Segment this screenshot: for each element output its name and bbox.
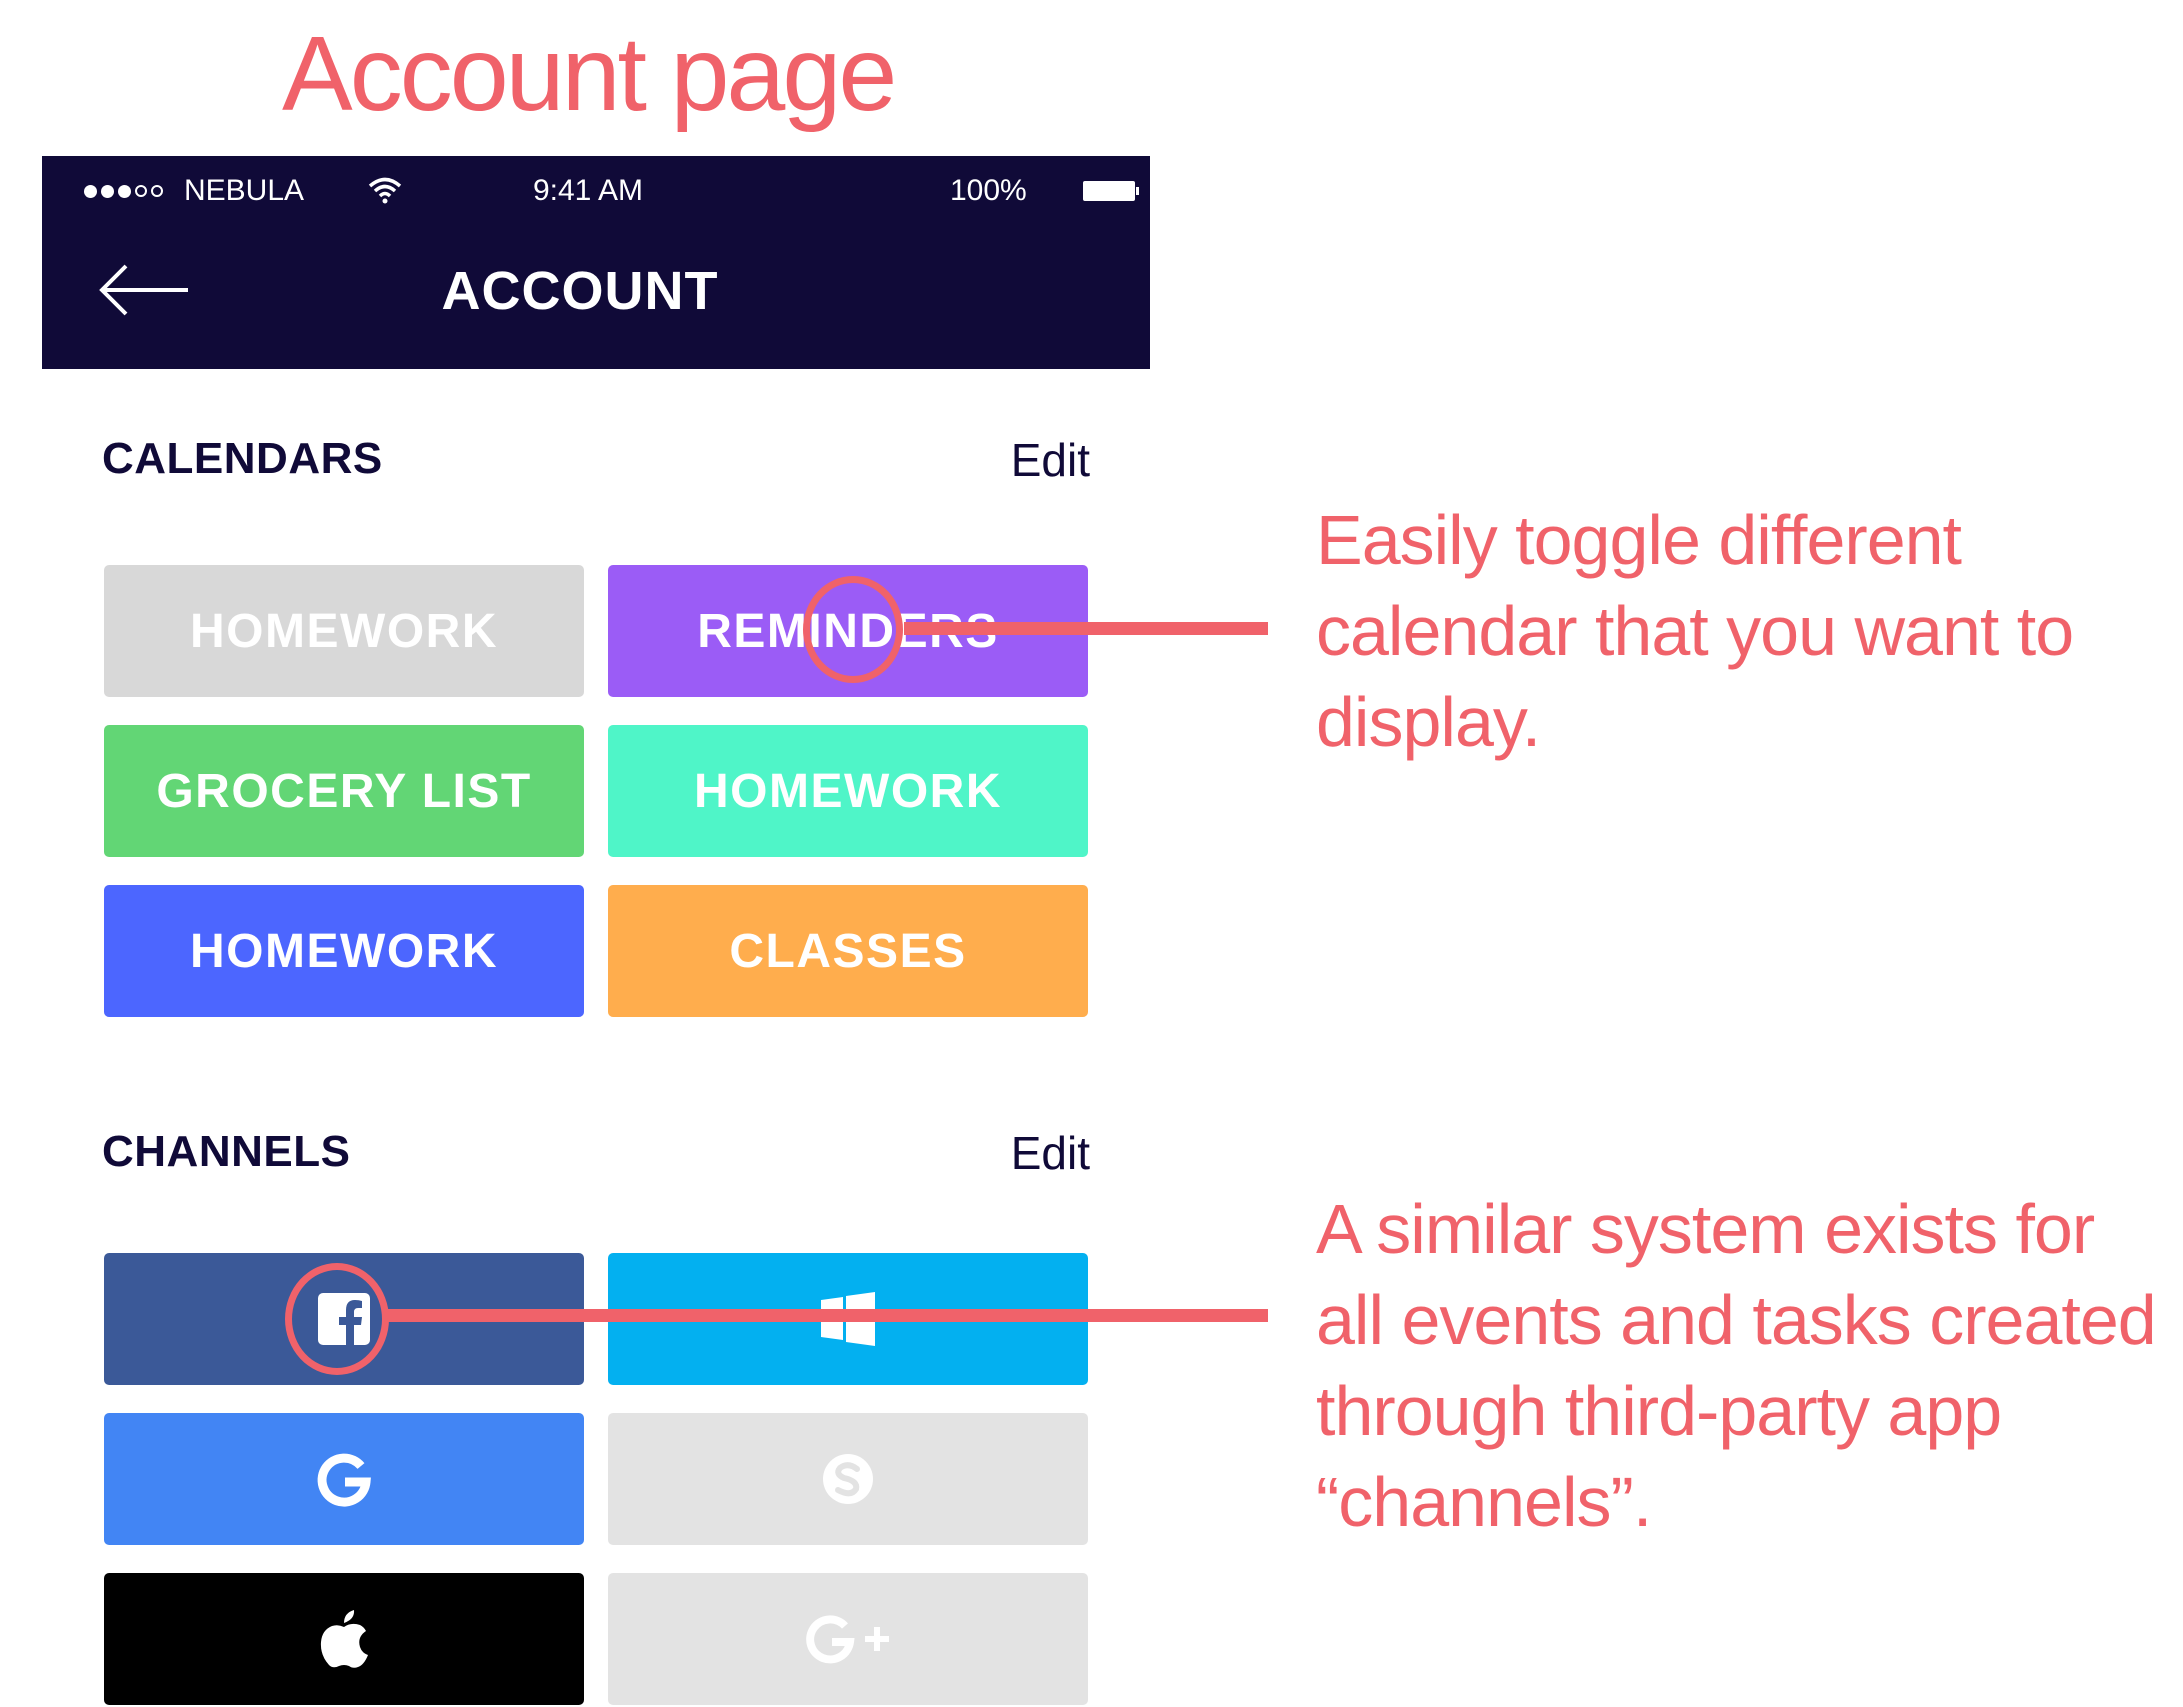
channels-heading: CHANNELS	[102, 1127, 351, 1176]
annotation-highlight-ring	[285, 1263, 389, 1375]
google-plus-icon	[806, 1615, 889, 1664]
app-header: NEBULA 9:41 AM 100% ACCOUNT	[42, 156, 1150, 369]
battery-percent: 100%	[950, 174, 1027, 207]
battery-icon	[1083, 181, 1139, 201]
calendar-label: HOMEWORK	[694, 764, 1002, 818]
channels-edit-button[interactable]: Edit	[1011, 1126, 1090, 1180]
channel-toggle-skype[interactable]	[608, 1413, 1088, 1545]
skype-icon	[823, 1454, 873, 1504]
status-bar: NEBULA 9:41 AM 100%	[42, 156, 1150, 226]
annotation-highlight-ring	[803, 576, 903, 683]
channel-toggle-apple[interactable]	[104, 1573, 584, 1705]
calendars-edit-button[interactable]: Edit	[1011, 433, 1090, 487]
annotation-connector-line	[386, 1309, 1268, 1322]
calendar-label: HOMEWORK	[190, 924, 498, 978]
google-icon	[317, 1453, 371, 1507]
calendar-toggle-homework[interactable]: HOMEWORK	[104, 565, 584, 697]
page-title: Account page	[282, 15, 897, 133]
calendar-toggle-homework-blue[interactable]: HOMEWORK	[104, 885, 584, 1017]
calendar-label: HOMEWORK	[190, 604, 498, 658]
calendar-label: CLASSES	[729, 924, 967, 978]
channel-toggle-google[interactable]	[104, 1413, 584, 1545]
annotation-calendars: Easily toggle different calendar that yo…	[1316, 501, 2074, 761]
calendar-toggle-grocery-list[interactable]: GROCERY LIST	[104, 725, 584, 857]
calendar-toggle-classes[interactable]: CLASSES	[608, 885, 1088, 1017]
calendar-label: GROCERY LIST	[156, 764, 532, 818]
calendars-heading: CALENDARS	[102, 434, 383, 483]
annotation-channels: A similar system exists for all events a…	[1316, 1190, 2157, 1541]
apple-icon	[320, 1610, 368, 1668]
channel-toggle-google-plus[interactable]	[608, 1573, 1088, 1705]
calendar-toggle-homework-teal[interactable]: HOMEWORK	[608, 725, 1088, 857]
screen-title: ACCOUNT	[441, 261, 719, 321]
annotation-connector-line	[904, 622, 1268, 635]
